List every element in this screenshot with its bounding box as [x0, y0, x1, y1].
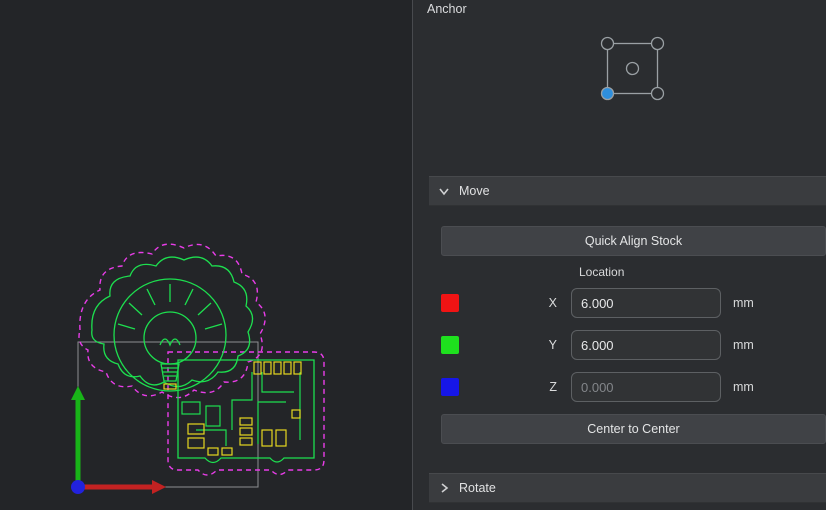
z-input[interactable]	[571, 372, 721, 402]
x-axis-color-swatch	[441, 294, 459, 312]
move-section-label: Move	[459, 184, 490, 198]
z-unit-label: mm	[733, 380, 754, 394]
app-window: Anchor Move Quick Align Stock Location X	[0, 0, 826, 510]
chevron-down-icon	[439, 188, 449, 196]
origin-marker	[71, 480, 85, 494]
anchor-selector	[593, 29, 673, 109]
rotate-section-header[interactable]: Rotate	[429, 473, 826, 503]
location-label: Location	[579, 265, 625, 279]
viewport-background	[0, 0, 412, 510]
chevron-right-icon	[441, 483, 449, 493]
x-input[interactable]	[571, 288, 721, 318]
anchor-point-bottom-right[interactable]	[650, 86, 665, 101]
move-section-header[interactable]: Move	[429, 176, 826, 206]
anchor-point-center[interactable]	[625, 61, 640, 76]
quick-align-stock-button[interactable]: Quick Align Stock	[441, 226, 826, 256]
y-axis-label: Y	[548, 338, 557, 352]
z-axis-color-swatch	[441, 378, 459, 396]
anchor-point-bottom-left-selected[interactable]	[600, 86, 615, 101]
center-to-center-button[interactable]: Center to Center	[441, 414, 826, 444]
z-axis-label: Z	[549, 380, 557, 394]
anchor-point-top-left[interactable]	[600, 36, 615, 51]
rotate-section-label: Rotate	[459, 481, 496, 495]
location-row-y: Y mm	[441, 330, 816, 360]
anchor-section-label: Anchor	[427, 2, 467, 16]
anchor-point-top-right[interactable]	[650, 36, 665, 51]
location-row-z: Z mm	[441, 372, 816, 402]
x-axis-label: X	[548, 296, 557, 310]
location-row-x: X mm	[441, 288, 816, 318]
x-unit-label: mm	[733, 296, 754, 310]
viewport-canvas[interactable]	[0, 0, 412, 510]
y-input[interactable]	[571, 330, 721, 360]
y-unit-label: mm	[733, 338, 754, 352]
viewport-drawing	[0, 0, 412, 510]
y-axis-color-swatch	[441, 336, 459, 354]
properties-panel: Anchor Move Quick Align Stock Location X	[412, 0, 826, 510]
